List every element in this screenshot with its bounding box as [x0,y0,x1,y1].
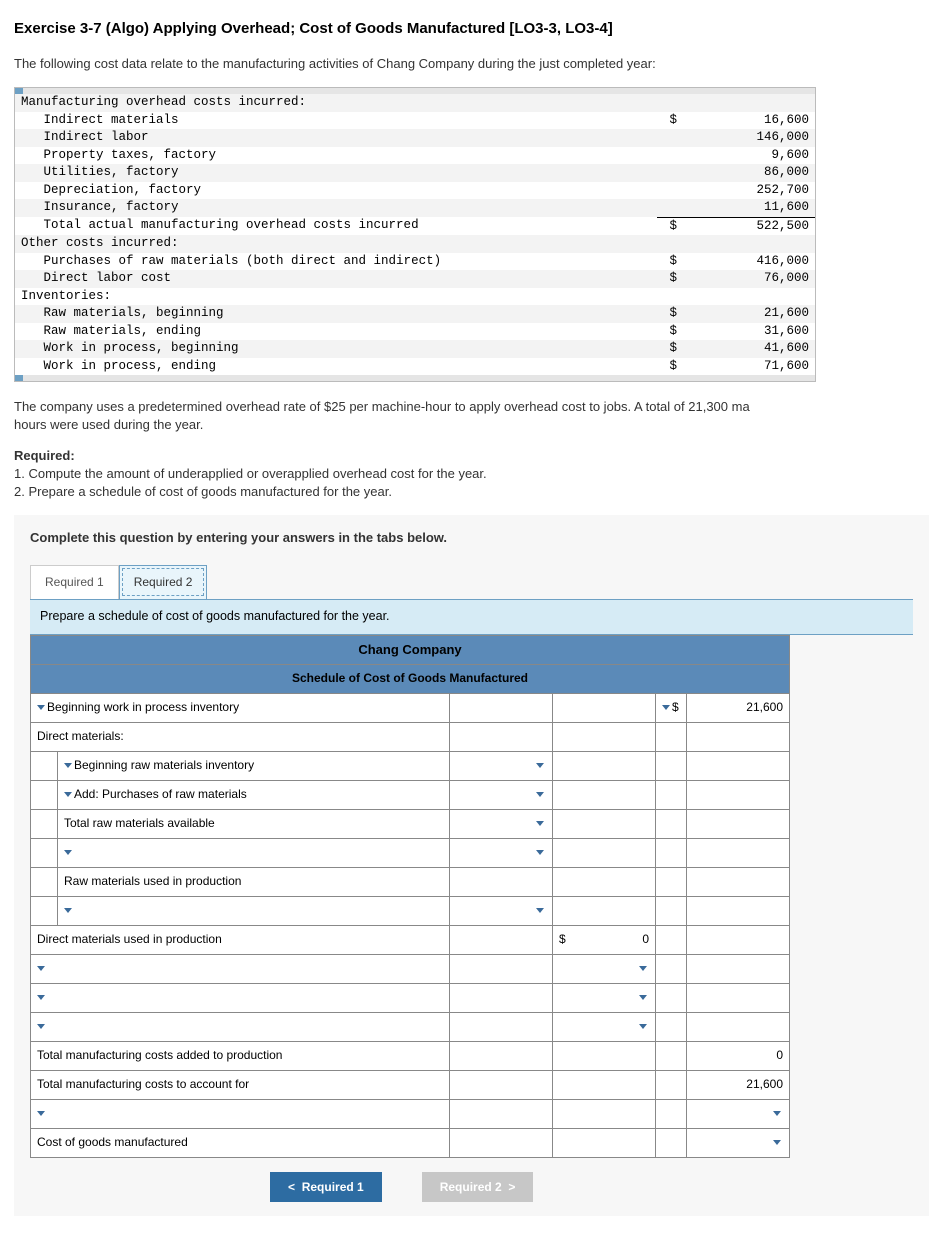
chevron-left-icon: < [288,1180,295,1194]
dropdown-icon [536,821,544,826]
tab-instructions: Complete this question by entering your … [30,529,913,547]
row-blank-6[interactable] [31,1099,450,1128]
dropdown-icon [536,763,544,768]
row-brmi[interactable]: Beginning raw materials inventory [58,751,450,780]
row-dm[interactable]: Direct materials: [31,722,450,751]
cell-blank-2[interactable] [450,896,553,925]
schedule-table: Chang Company Schedule of Cost of Goods … [30,635,790,1158]
dropdown-icon [639,1024,647,1029]
dropdown-icon [37,1111,45,1116]
intro-text: The following cost data relate to the ma… [14,55,929,73]
prev-button[interactable]: < Required 1 [270,1172,382,1202]
cell-tmcap[interactable]: 0 [687,1041,790,1070]
row-tmcap[interactable]: Total manufacturing costs added to produ… [31,1041,450,1070]
requirement-1: 1. Compute the amount of underapplied or… [14,466,487,481]
row-bwip[interactable]: Beginning work in process inventory [31,693,450,722]
next-button[interactable]: Required 2 > [422,1172,534,1202]
cell-trma[interactable] [450,809,553,838]
cell-tmcaf[interactable]: 21,600 [687,1070,790,1099]
cell-brmi[interactable] [450,751,553,780]
cell-blank-4[interactable] [553,983,656,1012]
dropdown-icon [662,705,670,710]
context-paragraph: The company uses a predetermined overhea… [14,398,929,434]
dropdown-icon [536,792,544,797]
dropdown-icon [773,1140,781,1145]
row-blank-5[interactable] [31,1012,450,1041]
tab-required-2[interactable]: Required 2 [119,565,208,599]
dropdown-icon [536,908,544,913]
required-heading: Required: [14,448,75,463]
cell-blank-1[interactable] [450,838,553,867]
dropdown-icon [64,908,72,913]
cell-bwip-val[interactable]: 21,600 [687,693,790,722]
dropdown-icon [37,966,45,971]
row-blank-4[interactable] [31,983,450,1012]
row-tmcaf[interactable]: Total manufacturing costs to account for [31,1070,450,1099]
row-dmup[interactable]: Direct materials used in production [31,925,450,954]
cell-bwip-sym[interactable]: $ [656,693,687,722]
cell-rmup[interactable] [450,867,553,896]
dropdown-icon [773,1111,781,1116]
answer-section: Complete this question by entering your … [14,515,929,1215]
dropdown-icon [536,850,544,855]
cost-data-box: Manufacturing overhead costs incurred: I… [14,87,816,382]
dropdown-icon [639,966,647,971]
schedule-subtitle: Schedule of Cost of Goods Manufactured [31,664,790,693]
page-title: Exercise 3-7 (Algo) Applying Overhead; C… [14,18,929,39]
dropdown-icon [37,995,45,1000]
row-rmup[interactable]: Raw materials used in production [58,867,450,896]
row-blank-1[interactable] [58,838,450,867]
dropdown-icon [64,850,72,855]
tab-prompt: Prepare a schedule of cost of goods manu… [30,599,913,635]
row-cogm[interactable]: Cost of goods manufactured [31,1128,450,1157]
chevron-right-icon: > [508,1180,515,1194]
cell-cogm[interactable] [687,1128,790,1157]
dropdown-icon [64,792,72,797]
tab-required-1[interactable]: Required 1 [30,565,119,599]
cell-blank-3[interactable] [553,954,656,983]
row-blank-2[interactable] [58,896,450,925]
cell-blank-5[interactable] [553,1012,656,1041]
cell-blank-6[interactable] [687,1099,790,1128]
row-blank-3[interactable] [31,954,450,983]
dropdown-icon [639,995,647,1000]
row-trma[interactable]: Total raw materials available [58,809,450,838]
requirement-2: 2. Prepare a schedule of cost of goods m… [14,484,392,499]
schedule-company: Chang Company [31,635,790,664]
dropdown-icon [37,1024,45,1029]
cell-addp[interactable] [450,780,553,809]
dropdown-icon [37,705,45,710]
row-addp[interactable]: Add: Purchases of raw materials [58,780,450,809]
dropdown-icon [64,763,72,768]
cell-dmup[interactable]: $0 [553,925,656,954]
